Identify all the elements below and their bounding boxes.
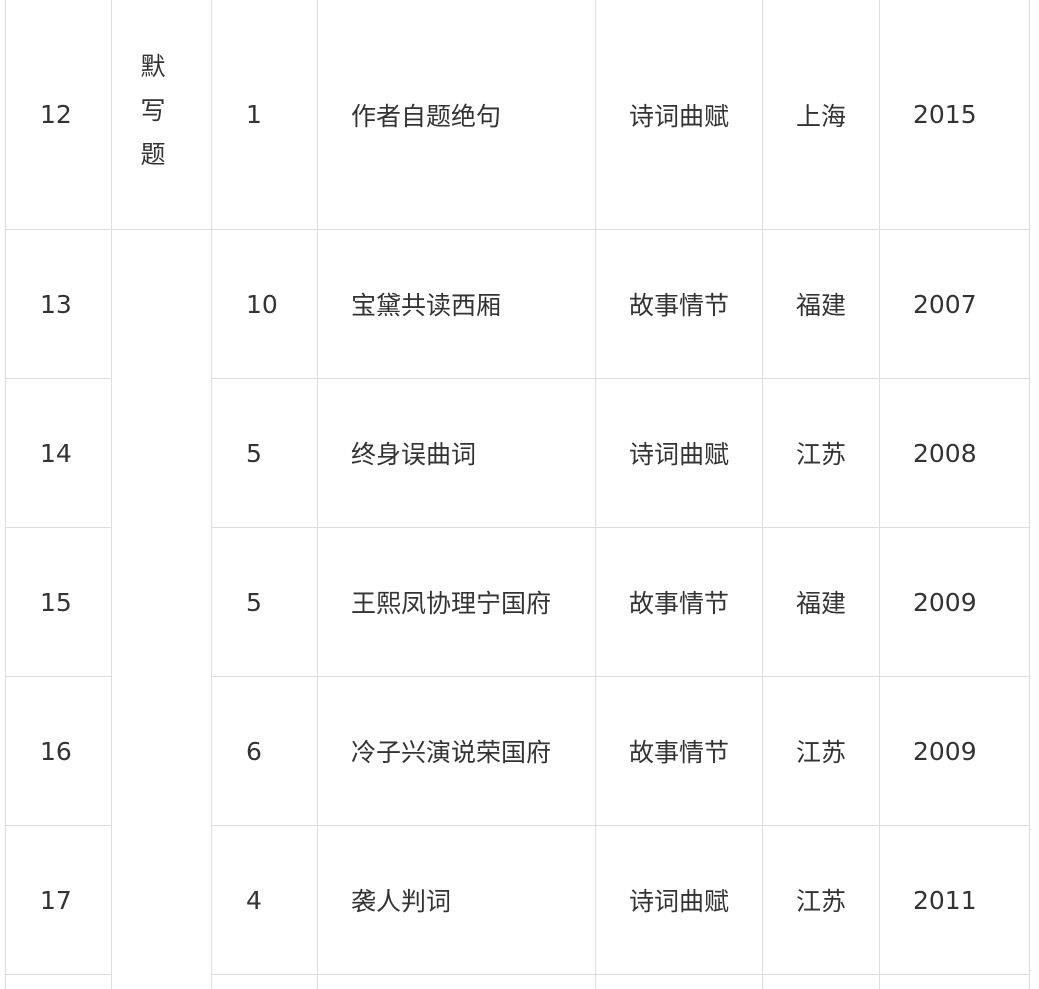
category-cell: [595, 974, 763, 989]
row-number-cell: 14: [5, 378, 112, 528]
chapter-cell: 5: [211, 378, 318, 528]
category-cell: 故事情节: [595, 229, 763, 379]
region-cell: [762, 974, 880, 989]
year-cell: 2009: [879, 527, 1030, 677]
question-type-cell: 默写题: [111, 0, 212, 230]
region-cell: 江苏: [762, 825, 880, 975]
chapter-cell: 5: [211, 527, 318, 677]
page: 12 默写题 1 作者自题绝句 诗词曲赋 上海 2015 13 10 宝黛共读西…: [0, 0, 1039, 989]
region-cell: 福建: [762, 229, 880, 379]
row-number-cell: [5, 974, 112, 989]
title-cell: 作者自题绝句: [317, 0, 596, 230]
year-cell: 2009: [879, 676, 1030, 826]
year-cell: 2015: [879, 0, 1030, 230]
title-cell: 终身误曲词: [317, 378, 596, 528]
title-cell: 袭人判词: [317, 825, 596, 975]
table-row: 12 默写题 1 作者自题绝句 诗词曲赋 上海 2015: [5, 0, 1030, 230]
row-number-cell: 17: [5, 825, 112, 975]
region-cell: 福建: [762, 527, 880, 677]
chapter-cell: 10: [211, 229, 318, 379]
region-cell: 上海: [762, 0, 880, 230]
year-cell: 2007: [879, 229, 1030, 379]
row-number-cell: 12: [5, 0, 112, 230]
year-cell: 2008: [879, 378, 1030, 528]
category-cell: 故事情节: [595, 527, 763, 677]
title-cell: [317, 974, 596, 989]
title-cell: 宝黛共读西厢: [317, 229, 596, 379]
category-cell: 故事情节: [595, 676, 763, 826]
title-cell: 冷子兴演说荣国府: [317, 676, 596, 826]
chapter-cell: 6: [211, 676, 318, 826]
region-cell: 江苏: [762, 378, 880, 528]
question-type-label: 默写题: [140, 52, 166, 169]
table-row: 13 10 宝黛共读西厢 故事情节 福建 2007: [5, 229, 1030, 989]
chapter-cell: 1: [211, 0, 318, 230]
exam-question-table: 12 默写题 1 作者自题绝句 诗词曲赋 上海 2015 13 10 宝黛共读西…: [5, 0, 1030, 989]
category-cell: 诗词曲赋: [595, 378, 763, 528]
row-number-cell: 13: [5, 229, 112, 379]
year-cell: [879, 974, 1030, 989]
region-cell: 江苏: [762, 676, 880, 826]
category-cell: 诗词曲赋: [595, 0, 763, 230]
category-cell: 诗词曲赋: [595, 825, 763, 975]
chapter-cell: [211, 974, 318, 989]
chapter-cell: 4: [211, 825, 318, 975]
title-cell: 王熙凤协理宁国府: [317, 527, 596, 677]
question-type-cell-merged: [111, 229, 212, 989]
year-cell: 2011: [879, 825, 1030, 975]
row-number-cell: 16: [5, 676, 112, 826]
row-number-cell: 15: [5, 527, 112, 677]
